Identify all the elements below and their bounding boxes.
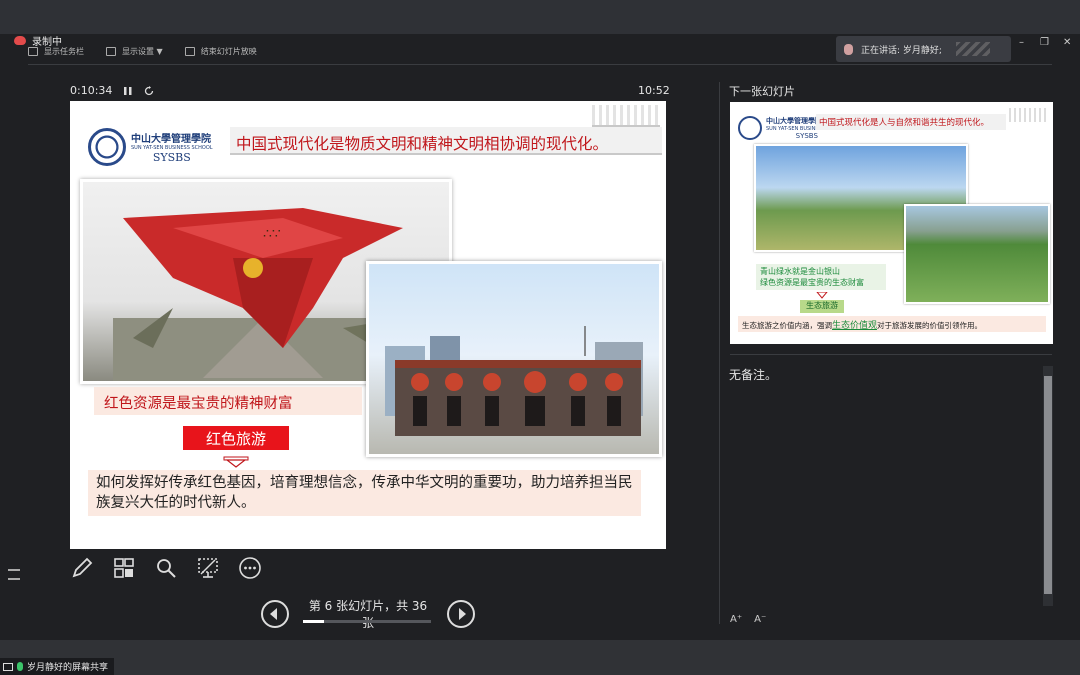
- down-arrow-icon: [223, 456, 249, 468]
- display-settings-icon: [106, 47, 116, 56]
- next-slide-button[interactable]: [447, 600, 475, 628]
- see-all-slides-icon[interactable]: [112, 556, 136, 580]
- eco-tourism-badge: 生态旅游: [800, 300, 844, 313]
- toolbar-divider: [28, 64, 1052, 65]
- next-slide-preview[interactable]: 中山大學管理學院 SUN YAT-SEN BUSINESS SCHOOL SYS…: [730, 102, 1053, 344]
- presenter-toolbar: 显示任务栏 显示设置 ▼ 结束幻灯片放映: [28, 46, 257, 57]
- screen-share-indicator[interactable]: 岁月静好的屏幕共享: [0, 658, 115, 675]
- slide-body-text: 如何发挥好传承红色基因，培育理想信念，传承中华文明的重要功，助力培养担当民族复兴…: [88, 470, 641, 516]
- next-campus-gate-illustration: [1009, 108, 1049, 122]
- next-school-seal-icon: [738, 116, 762, 140]
- taskbar-icon: [28, 47, 38, 56]
- campus-gate-illustration: [592, 105, 660, 127]
- previous-arrow-icon: [270, 608, 277, 620]
- river-valley-photo: [904, 204, 1050, 304]
- page-info: 第 6 张幻灯片，共 36 张: [308, 599, 428, 630]
- current-slide[interactable]: 中山大學管理學院 SUN YAT-SEN BUSINESS SCHOOL SYS…: [70, 101, 666, 549]
- minimize-button[interactable]: –: [1019, 37, 1024, 48]
- display-settings-button[interactable]: 显示设置 ▼: [106, 46, 163, 57]
- notes-scrollbar[interactable]: [1043, 366, 1053, 606]
- logo-abbr: SYSBS: [152, 151, 191, 164]
- end-slideshow-button[interactable]: 结束幻灯片放映: [184, 46, 257, 57]
- next-slide-headline: 中国式现代化是人与自然和谐共生的现代化。: [816, 114, 1006, 130]
- speaking-indicator: 正在讲话: 岁月静好;: [836, 36, 1011, 62]
- slide-headline: 中国式现代化是物质文明和精神文明相协调的现代化。: [230, 127, 662, 155]
- school-seal-icon: [88, 128, 126, 166]
- svg-text:∴∵: ∴∵: [263, 226, 281, 242]
- font-size-controls: A⁺ A⁻: [730, 614, 766, 625]
- screen-icon[interactable]: [196, 556, 220, 580]
- slide-navigation: 第 6 张幻灯片，共 36 张: [261, 597, 475, 631]
- pen-icon[interactable]: [70, 556, 94, 580]
- red-resource-caption: 红色资源是最宝贵的精神财富: [94, 387, 362, 415]
- logo-cn: 中山大學管理學院: [131, 134, 211, 145]
- screen-share-label: 岁月静好的屏幕共享: [27, 663, 109, 673]
- green-slogan: 青山绿水就是金山银山 绿色资源是最宝贵的生态财富: [756, 264, 886, 290]
- voice-wave-icon: [955, 42, 990, 56]
- slide-tools: [70, 556, 262, 580]
- decrease-font-button[interactable]: A⁻: [754, 614, 766, 625]
- outline-list-icon[interactable]: [8, 569, 20, 580]
- building-image: [385, 326, 643, 436]
- elapsed-time: 0:10:34: [70, 84, 113, 97]
- elapsed-timer: 0:10:34: [70, 84, 154, 97]
- zoom-icon[interactable]: [154, 556, 178, 580]
- top-bar: [0, 0, 1080, 34]
- show-taskbar-button[interactable]: 显示任务栏: [28, 46, 84, 57]
- restore-button[interactable]: ❐: [1040, 37, 1049, 48]
- more-options-icon[interactable]: [238, 556, 262, 580]
- increase-font-button[interactable]: A⁺: [730, 614, 742, 625]
- speaker-notes: 无备注。: [729, 368, 778, 382]
- clock: 10:52: [638, 84, 670, 97]
- next-slide-label: 下一张幻灯片: [729, 85, 795, 98]
- panel-divider[interactable]: [719, 82, 720, 624]
- red-tourism-label: 红色旅游: [183, 426, 289, 450]
- school-logo: 中山大學管理學院 SUN YAT-SEN BUSINESS SCHOOL SYS…: [88, 128, 213, 166]
- close-button[interactable]: ✕: [1063, 37, 1071, 48]
- previous-slide-button[interactable]: [261, 600, 289, 628]
- speaking-label: 正在讲话: 岁月静好;: [861, 45, 942, 56]
- reset-icon[interactable]: [144, 85, 154, 96]
- next-slide-body: 生态旅游之价值内涵，强调生态价值观对于旅游发展的价值引领作用。: [738, 316, 1046, 332]
- slide-progress-fill: [303, 620, 325, 623]
- mic-active-icon: [17, 662, 23, 671]
- next-arrow-icon: [459, 608, 466, 620]
- speaker-mic-icon: [844, 43, 853, 55]
- historic-building-photo: [366, 261, 662, 457]
- next-down-arrow-icon: [816, 292, 828, 299]
- end-show-icon: [184, 47, 195, 56]
- cloud-record-icon: [14, 36, 26, 45]
- bottom-bar: [0, 640, 1080, 675]
- notes-scrollbar-thumb[interactable]: [1044, 376, 1052, 594]
- screen-share-icon: [3, 662, 13, 671]
- notes-divider: [730, 354, 1052, 355]
- slide-progress-bar: [303, 620, 431, 623]
- pause-icon[interactable]: [124, 86, 132, 96]
